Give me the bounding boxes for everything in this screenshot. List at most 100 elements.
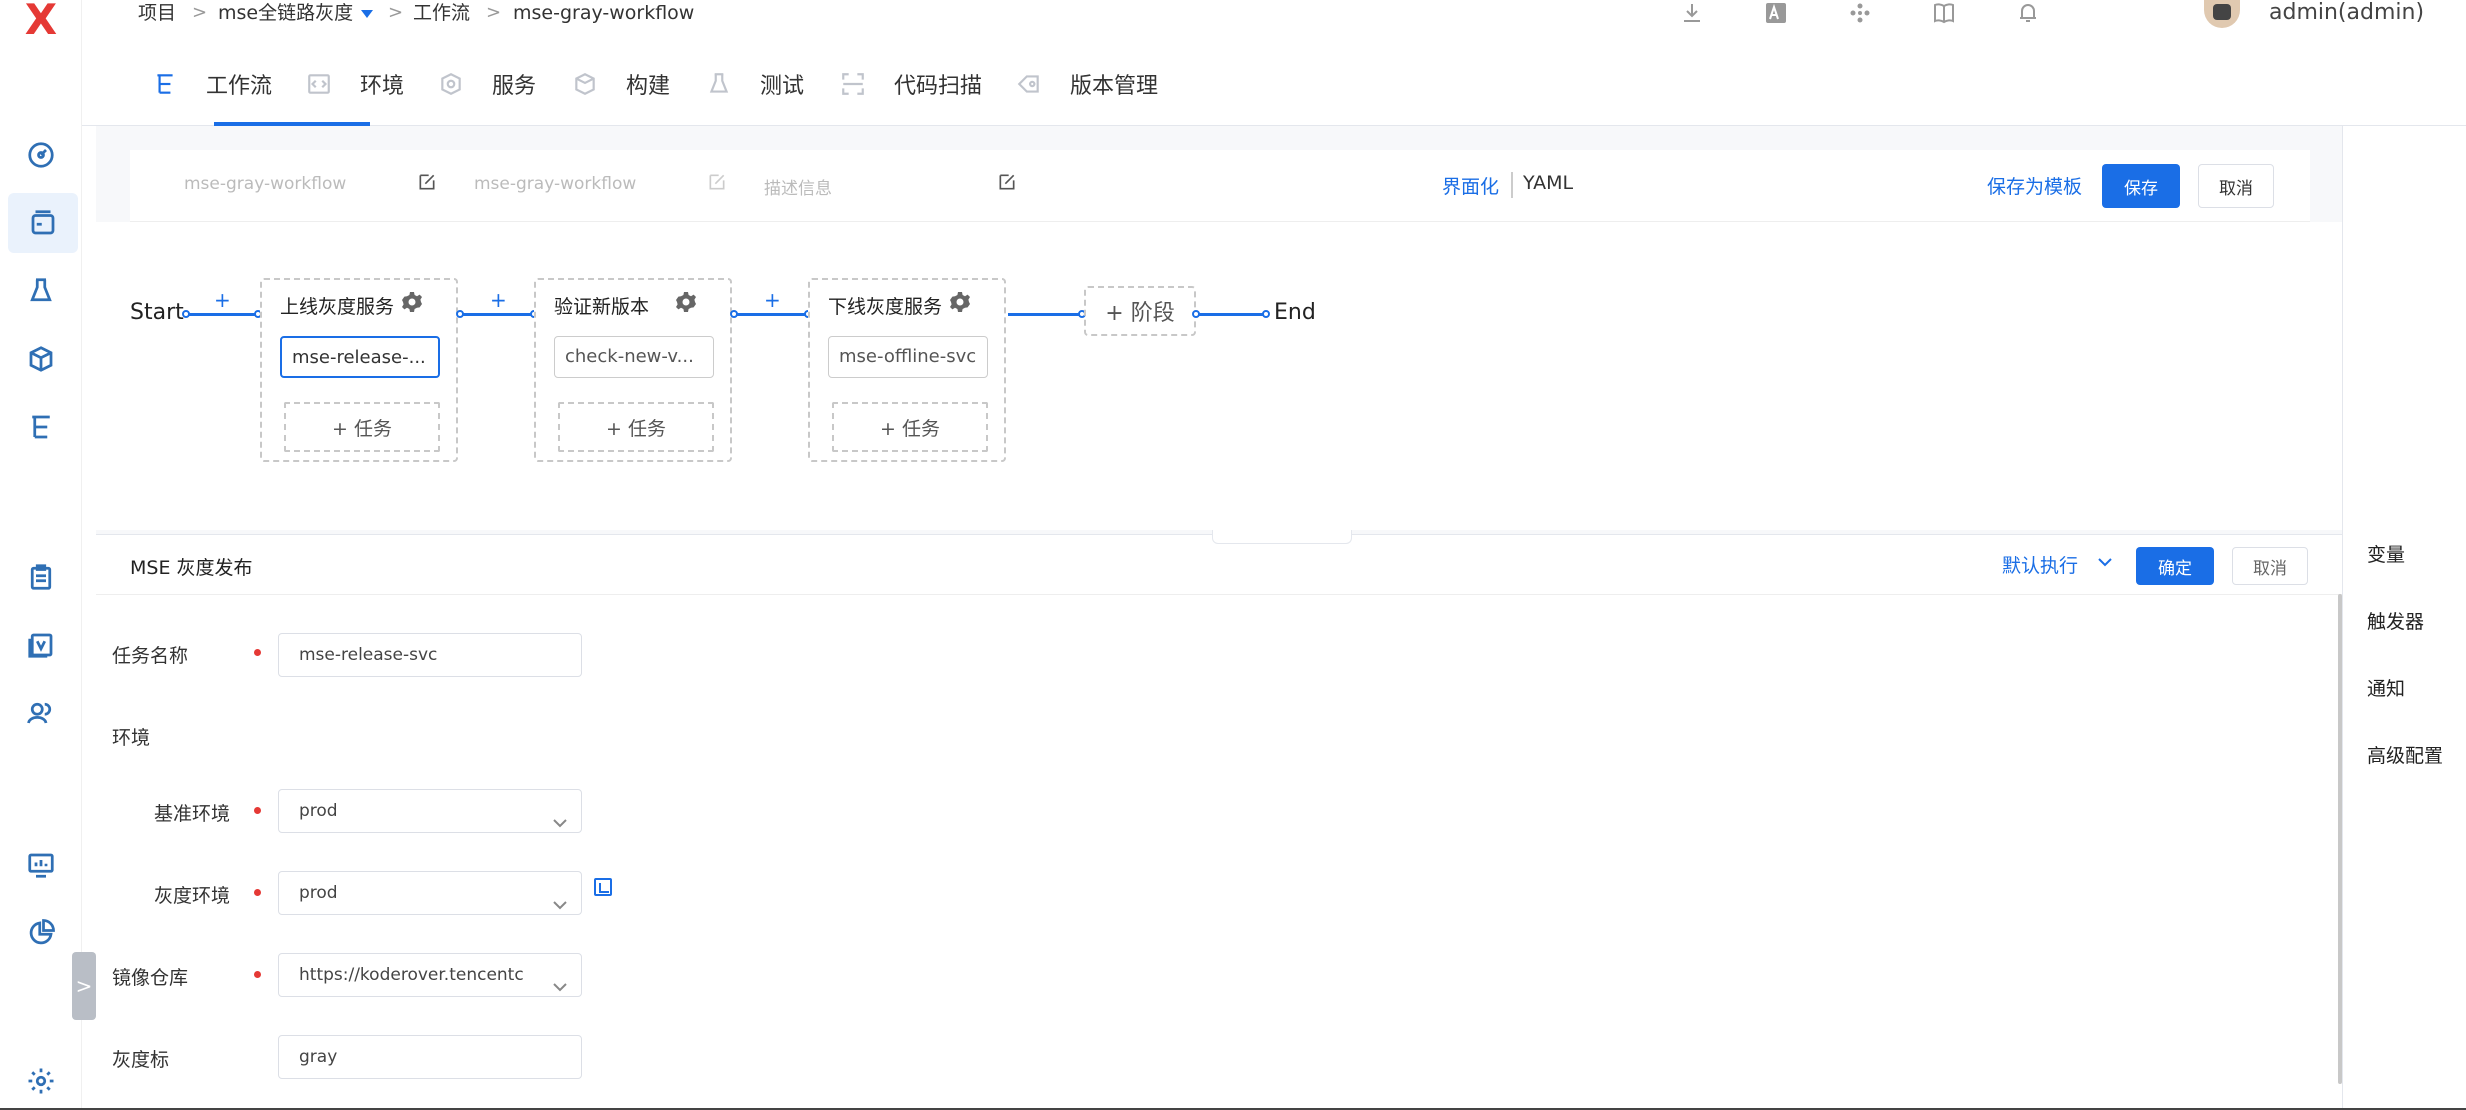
breadcrumb-separator: >: [388, 2, 404, 23]
add-stage-button[interactable]: + 阶段: [1084, 286, 1196, 336]
tab-workflow[interactable]: 工作流: [152, 64, 272, 104]
tab-label: 版本管理: [1070, 74, 1159, 99]
cube-network-icon: [441, 73, 461, 95]
logo[interactable]: X: [18, 0, 64, 41]
tab-version[interactable]: 版本管理: [1016, 64, 1158, 104]
gear-icon[interactable]: [948, 290, 972, 314]
stage-card[interactable]: 验证新版本 check-new-v... + 任务: [534, 278, 732, 462]
sidebar-expand-button[interactable]: >: [72, 952, 96, 1020]
dashboard-icon[interactable]: [20, 134, 62, 176]
stage-card[interactable]: 上线灰度服务 mse-release-... + 任务: [260, 278, 458, 462]
task-type-title: MSE 灰度发布: [130, 557, 253, 579]
insert-stage-button[interactable]: +: [490, 288, 507, 312]
required-indicator: [254, 889, 261, 896]
breadcrumb-project-name[interactable]: mse全链路灰度: [218, 0, 374, 26]
tab-build[interactable]: 构建: [572, 64, 670, 104]
environment-detail-icon[interactable]: [594, 878, 612, 896]
pipeline-end-label: End: [1274, 300, 1316, 325]
save-button[interactable]: 保存: [2102, 164, 2180, 208]
image-repo-select[interactable]: https://koderover.tencentc: [278, 953, 582, 997]
settings-icon[interactable]: [20, 1060, 62, 1102]
stage-name: 验证新版本: [554, 296, 650, 318]
add-job-button[interactable]: + 任务: [558, 402, 714, 452]
add-job-button[interactable]: + 任务: [832, 402, 988, 452]
book-icon[interactable]: [1930, 0, 1958, 26]
workflow-description-input[interactable]: 描述信息: [764, 174, 832, 199]
edit-icon[interactable]: [707, 172, 729, 194]
avatar[interactable]: [2204, 0, 2240, 28]
workflow-name-input[interactable]: mse-gray-workflow: [184, 174, 346, 194]
gray-env-label: 灰度环境: [154, 885, 231, 907]
tab-label: 构建: [626, 74, 671, 99]
tab-environment[interactable]: 环境: [306, 64, 404, 104]
panel-item-variables[interactable]: 变量: [2367, 540, 2405, 567]
gray-tag-label: 灰度标: [112, 1049, 170, 1071]
add-job-button[interactable]: + 任务: [284, 402, 440, 452]
users-icon[interactable]: [20, 692, 62, 734]
package-icon[interactable]: [20, 338, 62, 380]
flask-icon: [709, 73, 729, 93]
gray-env-select[interactable]: prod: [278, 871, 582, 915]
cancel-task-button[interactable]: 取消: [2232, 547, 2308, 585]
base-env-select[interactable]: prod: [278, 789, 582, 833]
chevron-down-icon[interactable]: [2096, 551, 2114, 573]
job-card[interactable]: check-new-v...: [554, 336, 714, 378]
tab-service[interactable]: 服务: [438, 64, 536, 104]
cancel-button[interactable]: 取消: [2198, 164, 2274, 208]
gear-icon[interactable]: [674, 290, 698, 314]
connector-dot: [182, 310, 190, 318]
connector-dot: [730, 310, 738, 318]
task-editor-header: MSE 灰度发布 默认执行 确定 取消: [96, 535, 2342, 595]
panel-item-advanced[interactable]: 高级配置: [2367, 741, 2443, 768]
tab-label: 代码扫描: [894, 74, 983, 99]
confirm-button[interactable]: 确定: [2136, 547, 2214, 585]
panel-item-notifications[interactable]: 通知: [2367, 674, 2405, 701]
edit-icon[interactable]: [417, 172, 439, 194]
mode-divider: [1511, 172, 1513, 198]
project-icon[interactable]: [8, 193, 78, 253]
pipeline-start-label: Start: [130, 300, 184, 325]
gray-tag-input[interactable]: gray: [278, 1035, 582, 1079]
translate-icon[interactable]: [1762, 0, 1790, 26]
breadcrumb-workflow-section[interactable]: 工作流: [413, 0, 470, 26]
panel-item-triggers[interactable]: 触发器: [2367, 607, 2424, 634]
edit-icon[interactable]: [997, 172, 1019, 194]
execution-mode-dropdown[interactable]: 默认执行: [2002, 551, 2078, 578]
caret-down-icon: [361, 9, 374, 18]
workflow-display-name-input[interactable]: mse-gray-workflow: [474, 174, 636, 194]
task-editor-panel: MSE 灰度发布 默认执行 确定 取消 任务名称 mse-release-svc…: [96, 534, 2342, 1110]
connector-dot: [1262, 310, 1270, 318]
tab-label: 工作流: [206, 74, 273, 99]
pie-chart-icon[interactable]: [20, 912, 62, 954]
scan-icon: [842, 73, 864, 95]
tab-code-scan[interactable]: 代码扫描: [840, 64, 982, 104]
workflow-icon[interactable]: [20, 406, 62, 448]
workflow-icon: [157, 74, 173, 94]
version-icon[interactable]: [20, 624, 62, 666]
tab-test[interactable]: 测试: [706, 64, 804, 104]
stage-card[interactable]: 下线灰度服务 mse-offline-svc + 任务: [808, 278, 1006, 462]
panel-resize-handle[interactable]: [1212, 530, 1352, 544]
apps-icon[interactable]: [1846, 0, 1874, 26]
user-name[interactable]: admin(admin): [2269, 0, 2424, 26]
monitor-icon[interactable]: [20, 844, 62, 886]
bell-icon[interactable]: [2014, 0, 2042, 26]
gear-icon[interactable]: [400, 290, 424, 314]
task-name-input[interactable]: mse-release-svc: [278, 633, 582, 677]
clipboard-icon[interactable]: [20, 556, 62, 598]
insert-stage-button[interactable]: +: [764, 288, 781, 312]
mode-yaml-toggle[interactable]: YAML: [1523, 172, 1573, 194]
mode-ui-toggle[interactable]: 界面化: [1442, 172, 1499, 199]
job-card[interactable]: mse-offline-svc: [828, 336, 988, 378]
job-card[interactable]: mse-release-...: [280, 336, 440, 378]
flask-icon[interactable]: [20, 270, 62, 312]
tab-label: 测试: [760, 74, 805, 99]
task-name-label: 任务名称: [112, 645, 189, 667]
breadcrumb-project[interactable]: 项目: [138, 0, 176, 26]
download-icon[interactable]: [1678, 0, 1706, 26]
tab-label: 环境: [360, 74, 405, 99]
required-indicator: [254, 649, 261, 656]
scrollbar[interactable]: [2338, 594, 2342, 1084]
save-as-template-button[interactable]: 保存为模板: [1987, 172, 2082, 199]
insert-stage-button[interactable]: +: [214, 288, 231, 312]
